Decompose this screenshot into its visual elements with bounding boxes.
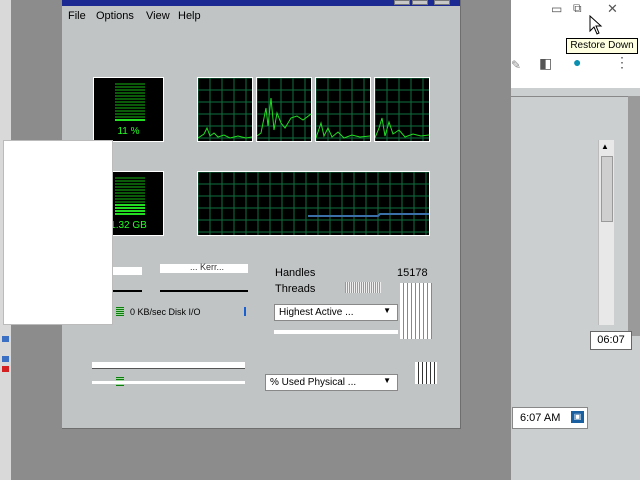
meter-bar — [115, 195, 145, 197]
scroll-up-arrow-icon[interactable]: ▲ — [601, 142, 609, 151]
stats-strip: ... Kerr... — [160, 262, 248, 273]
disk-activity-icon — [116, 307, 124, 316]
handles-value: 15178 — [397, 267, 428, 279]
time-field-2-text: 6:07 AM — [520, 412, 561, 424]
meter-bar — [115, 113, 145, 115]
meter-bar — [115, 116, 145, 118]
background-app-titlebar: ▭ ⧉ ✕ — [511, 0, 640, 22]
cpu-history-plot-4 — [375, 78, 429, 141]
time-field-2: 6:07 AM ▣ — [512, 407, 588, 429]
background-app-content — [3, 140, 113, 325]
cpu-history-graph-4 — [374, 77, 430, 142]
used-physical-dropdown[interactable]: % Used Physical ... ▼ — [265, 374, 398, 391]
more-icon[interactable]: ⋮ — [615, 54, 629, 71]
cpu-usage-bars — [115, 83, 145, 122]
meter-bar — [115, 119, 145, 121]
history-trace — [316, 121, 370, 139]
meter-bar — [115, 89, 145, 91]
meter-bar — [115, 207, 145, 209]
menu-options[interactable]: Options — [96, 10, 134, 22]
cpu-history-plot-2 — [257, 78, 311, 141]
highest-active-dropdown[interactable]: Highest Active ... ▼ — [274, 304, 398, 321]
cpu-history-graph-2 — [256, 77, 312, 142]
menu-bar: File Options View Help — [62, 6, 460, 26]
cpu-history-plot-3 — [316, 78, 370, 141]
restore-down-icon[interactable]: ⧉ — [573, 1, 582, 16]
desktop-icon-fragment — [2, 336, 9, 342]
divider — [511, 96, 640, 97]
threads-label: Threads — [275, 283, 316, 295]
menu-view[interactable]: View — [146, 10, 170, 22]
divider — [92, 368, 245, 369]
cpu-history-plot-1 — [198, 78, 252, 141]
chevron-down-icon: ▼ — [383, 306, 391, 315]
stats-strip — [92, 381, 245, 384]
maximize-button[interactable] — [412, 0, 428, 5]
mini-graph-fragment — [415, 362, 437, 384]
memory-history-graph — [197, 171, 430, 236]
meter-bar — [115, 98, 145, 100]
meter-bar — [115, 186, 145, 188]
divider — [160, 290, 248, 292]
meter-bar — [115, 107, 145, 109]
history-trace — [375, 117, 429, 139]
cpu-history-graph-3 — [315, 77, 371, 142]
restore-down-tooltip: Restore Down — [566, 38, 638, 54]
used-physical-dropdown-label: % Used Physical ... — [270, 377, 357, 388]
meter-bar — [115, 183, 145, 185]
meter-bar — [115, 189, 145, 191]
background-app-toolbar: ✎ ◧ ● ⋮ — [511, 22, 640, 88]
task-manager-window: File Options View Help 11 % 1.32 GB ... … — [62, 0, 461, 429]
mouse-cursor-icon — [589, 15, 603, 35]
desktop-icon-fragment — [2, 356, 9, 362]
user-icon[interactable]: ● — [573, 54, 581, 70]
meter-bar — [115, 86, 145, 88]
network-icon: ▣ — [571, 411, 584, 423]
highest-active-dropdown-label: Highest Active ... — [279, 307, 354, 318]
meter-bar — [115, 101, 145, 103]
meter-bar — [115, 198, 145, 200]
minimize-button[interactable] — [394, 0, 410, 5]
close-icon[interactable]: ✕ — [607, 1, 618, 17]
side-panel-fragment — [628, 96, 640, 336]
history-trace — [257, 97, 311, 137]
scrollbar-thumb[interactable] — [601, 156, 613, 222]
vertical-scrollbar[interactable]: ▲ — [598, 140, 614, 325]
handles-label: Handles — [275, 267, 316, 279]
stats-strip — [274, 330, 398, 334]
menu-file[interactable]: File — [68, 10, 86, 22]
meter-bar — [115, 104, 145, 106]
meter-bar — [115, 201, 145, 203]
threads-value-field — [345, 282, 381, 293]
disk-io-text: 0 KB/sec Disk I/O — [130, 307, 201, 317]
meter-bar — [115, 180, 145, 182]
time-field-1: 06:07 — [590, 331, 632, 350]
meter-bar — [115, 210, 145, 212]
meter-bar — [115, 95, 145, 97]
memory-usage-bars — [115, 177, 145, 216]
memory-history-plot — [198, 172, 429, 235]
kernel-label: ... Kerr... — [190, 262, 225, 272]
desktop-icon-fragment — [2, 366, 9, 372]
meter-bar — [115, 177, 145, 179]
minimize-icon[interactable]: ▭ — [551, 2, 562, 16]
edit-icon[interactable]: ✎ — [511, 58, 521, 72]
cpu-usage-value: 11 % — [117, 126, 140, 137]
meter-bar — [115, 192, 145, 194]
meter-bar — [115, 213, 145, 215]
cpu-usage-meter: 11 % — [93, 77, 164, 142]
menu-help[interactable]: Help — [178, 10, 201, 22]
close-button[interactable] — [434, 0, 450, 5]
chevron-down-icon: ▼ — [383, 376, 391, 385]
meter-bar — [115, 92, 145, 94]
history-trace — [198, 126, 252, 139]
mini-graph-fragment — [400, 283, 432, 339]
sidebar-icon[interactable]: ◧ — [539, 55, 552, 72]
cpu-history-graph-1 — [197, 77, 253, 142]
marker — [244, 307, 246, 316]
meter-bar — [115, 110, 145, 112]
meter-bar — [115, 83, 145, 85]
memory-trace — [308, 213, 429, 217]
meter-bar — [115, 204, 145, 206]
